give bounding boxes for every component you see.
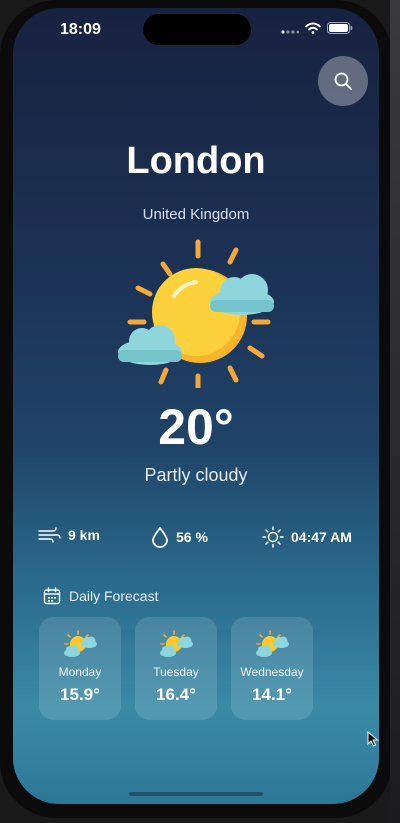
forecast-day: Tuesday (153, 665, 199, 679)
forecast-temp: 15.9° (60, 685, 100, 704)
forecast-list: Monday 15.9° Tuesday 16.4° Wednesday 14.… (39, 617, 313, 720)
sunrise-stat: 04:47 AM (262, 526, 352, 548)
forecast-header: Daily Forecast (43, 587, 158, 605)
sun-with-clouds-icon (118, 239, 274, 388)
weather-condition: Partly cloudy (144, 465, 248, 485)
humidity-stat: 56 % (151, 526, 208, 548)
forecast-temp: 14.1° (252, 685, 292, 704)
window-edge (390, 0, 400, 823)
forecast-day: Monday (58, 665, 102, 679)
partly-cloudy-icon (160, 630, 193, 657)
forecast-day: Wednesday (240, 665, 304, 679)
wifi-icon (305, 22, 321, 34)
calendar-icon (43, 587, 61, 605)
signal-icon (281, 29, 299, 34)
status-icons (281, 22, 353, 34)
dynamic-island (143, 14, 251, 45)
country-name: United Kingdom (142, 206, 250, 223)
battery-icon (327, 22, 353, 34)
forecast-temp: 16.4° (156, 685, 196, 704)
weather-stats: 9 km 56 % 04:47 AM (13, 526, 379, 550)
status-time: 18:09 (60, 21, 101, 38)
search-icon (334, 72, 352, 90)
wind-icon (38, 527, 61, 543)
search-button[interactable] (318, 56, 368, 106)
wind-stat: 9 km (37, 526, 100, 544)
forecast-card-tuesday[interactable]: Tuesday 16.4° (135, 617, 217, 720)
partly-cloudy-icon (256, 630, 289, 657)
forecast-card-monday[interactable]: Monday 15.9° (39, 617, 121, 720)
partly-cloudy-icon (64, 630, 97, 657)
water-drop-icon (152, 527, 168, 548)
mouse-cursor-icon (367, 731, 379, 747)
forecast-title: Daily Forecast (69, 588, 159, 604)
current-temperature: 20° (158, 399, 234, 455)
app-screen: 18:09 London United Kingdom 20° Partly c… (13, 8, 379, 804)
humidity-value: 56 % (176, 529, 208, 545)
sun-icon (262, 526, 284, 548)
forecast-card-wednesday[interactable]: Wednesday 14.1° (231, 617, 313, 720)
wind-value: 9 km (68, 527, 100, 543)
city-name: London (126, 140, 266, 182)
home-indicator[interactable] (129, 792, 263, 796)
sunrise-value: 04:47 AM (291, 529, 352, 545)
